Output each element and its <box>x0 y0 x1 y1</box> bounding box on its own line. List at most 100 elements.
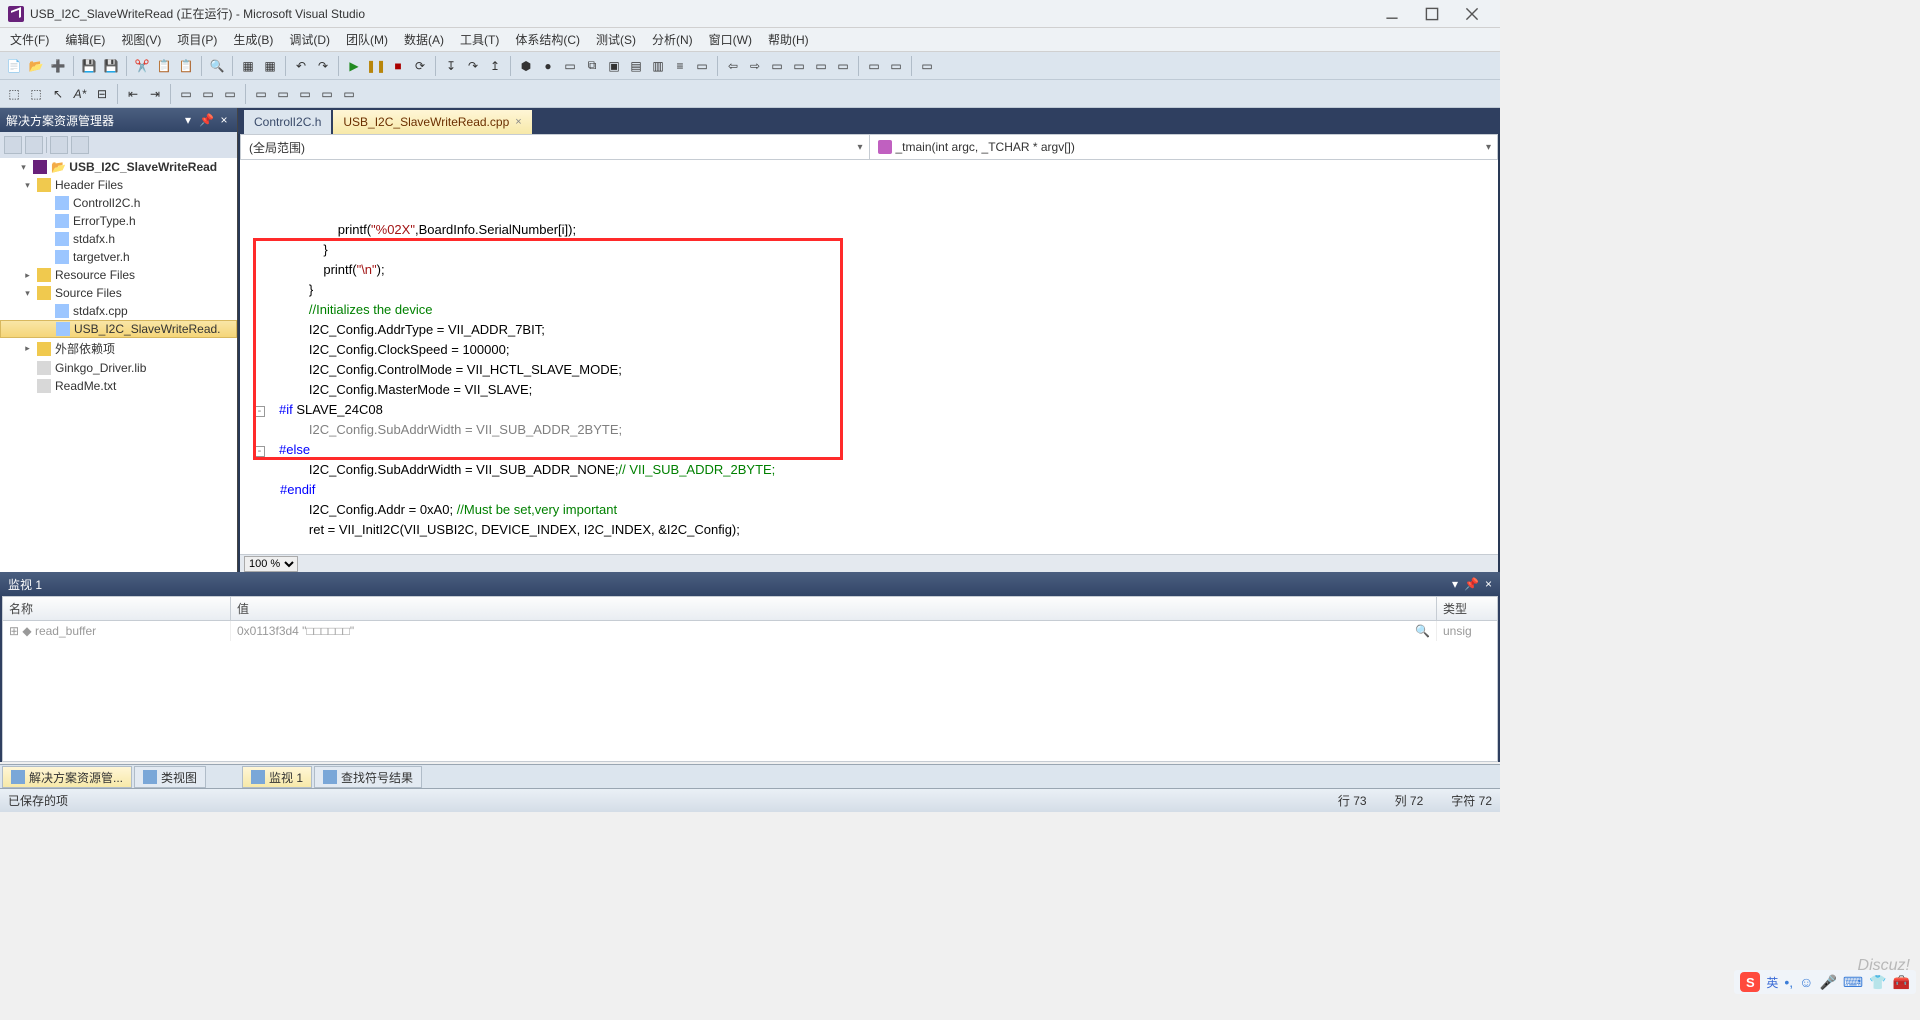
start-debug-icon[interactable]: ▶ <box>344 56 364 76</box>
close-button[interactable] <box>1452 2 1492 26</box>
solution-tree[interactable]: ▾📂 USB_I2C_SlaveWriteRead▾Header FilesCo… <box>0 158 237 572</box>
pause-debug-icon[interactable]: ❚❚ <box>366 56 386 76</box>
menu-item[interactable]: 视图(V) <box>115 29 167 50</box>
menu-item[interactable]: 编辑(E) <box>59 29 111 50</box>
save-icon[interactable]: 💾 <box>79 56 99 76</box>
paste-icon[interactable]: 📋 <box>176 56 196 76</box>
panel-close-icon[interactable]: × <box>217 113 231 127</box>
zoom-select[interactable]: 100 % <box>244 556 298 572</box>
menu-item[interactable]: 调试(D) <box>283 29 336 50</box>
win3-icon[interactable]: ▭ <box>811 56 831 76</box>
arch3-icon[interactable]: ▭ <box>295 84 315 104</box>
tree-node[interactable]: ▸外部依赖项 <box>0 338 237 359</box>
step-into-icon[interactable]: ↧ <box>441 56 461 76</box>
ime-voice-icon[interactable]: 🎤 <box>1819 974 1836 991</box>
immediate-icon[interactable]: ▭ <box>560 56 580 76</box>
menu-item[interactable]: 生成(B) <box>227 29 279 50</box>
win4-icon[interactable]: ▭ <box>833 56 853 76</box>
menu-item[interactable]: 文件(F) <box>4 29 55 50</box>
tree-node[interactable]: USB_I2C_SlaveWriteRead. <box>0 320 237 338</box>
arch1-icon[interactable]: ▭ <box>251 84 271 104</box>
se-tool2-icon[interactable] <box>25 136 43 154</box>
menu-item[interactable]: 分析(N) <box>646 29 699 50</box>
se-tool1-icon[interactable] <box>4 136 22 154</box>
indent-dec-icon[interactable]: ⇤ <box>123 84 143 104</box>
panel-pin-icon[interactable]: 📌 <box>199 113 213 127</box>
tree-node[interactable]: ▾Source Files <box>0 284 237 302</box>
ime-emoji-icon[interactable]: ☺ <box>1799 974 1813 990</box>
tree-node[interactable]: ControlI2C.h <box>0 194 237 212</box>
menu-item[interactable]: 项目(P) <box>171 29 223 50</box>
menu-item[interactable]: 数据(A) <box>398 29 450 50</box>
menu-item[interactable]: 测试(S) <box>590 29 642 50</box>
watch-col-name[interactable]: 名称 <box>3 597 231 620</box>
step-out-icon[interactable]: ↥ <box>485 56 505 76</box>
watch-body[interactable]: ⊞ ◆ read_buffer0x0113f3d4 "□□□□□□" 🔍unsi… <box>3 621 1497 761</box>
tree-node[interactable]: ▾Header Files <box>0 176 237 194</box>
ext2-icon[interactable]: ▭ <box>886 56 906 76</box>
memory-icon[interactable]: ▥ <box>648 56 668 76</box>
disasm-icon[interactable]: ≡ <box>670 56 690 76</box>
indent-inc-icon[interactable]: ⇥ <box>145 84 165 104</box>
new-project-icon[interactable]: 📄 <box>4 56 24 76</box>
fold-icon[interactable]: - <box>254 406 265 417</box>
tree-node[interactable]: Ginkgo_Driver.lib <box>0 359 237 377</box>
minimize-button[interactable] <box>1372 2 1412 26</box>
tree-node[interactable]: ReadMe.txt <box>0 377 237 395</box>
watch-row[interactable]: ⊞ ◆ read_buffer0x0113f3d4 "□□□□□□" 🔍unsi… <box>3 621 1497 641</box>
menu-item[interactable]: 工具(T) <box>454 29 505 50</box>
watch-col-value[interactable]: 值 <box>231 597 1437 620</box>
code-editor[interactable]: printf("%02X",BoardInfo.SerialNumber[i])… <box>240 160 1498 554</box>
tree-node[interactable]: targetver.h <box>0 248 237 266</box>
ime-toolbox-icon[interactable]: 🧰 <box>1893 974 1910 991</box>
open-file-icon[interactable]: 📂 <box>26 56 46 76</box>
tab-close-icon[interactable]: × <box>515 116 521 128</box>
bookmark-icon[interactable]: ⊟ <box>92 84 112 104</box>
copy-icon[interactable]: 📋 <box>154 56 174 76</box>
modules-icon[interactable]: ▣ <box>604 56 624 76</box>
ime-punct-icon[interactable]: •, <box>1784 974 1793 990</box>
maximize-button[interactable] <box>1412 2 1452 26</box>
processes-icon[interactable]: ▤ <box>626 56 646 76</box>
sel-mode2-icon[interactable]: ⬚ <box>26 84 46 104</box>
tree-node[interactable]: stdafx.h <box>0 230 237 248</box>
find-icon[interactable]: 🔍 <box>207 56 227 76</box>
editor-tab[interactable]: USB_I2C_SlaveWriteRead.cpp× <box>333 110 531 134</box>
watch-col-type[interactable]: 类型 <box>1437 597 1497 620</box>
member-dropdown[interactable]: _tmain(int argc, _TCHAR * argv[]) <box>870 135 1498 159</box>
panel-options-icon[interactable]: ▾ <box>181 113 195 127</box>
stop-debug-icon[interactable]: ■ <box>388 56 408 76</box>
step-over-icon[interactable]: ↷ <box>463 56 483 76</box>
menu-item[interactable]: 窗口(W) <box>703 29 758 50</box>
view1-icon[interactable]: ▭ <box>176 84 196 104</box>
arch4-icon[interactable]: ▭ <box>317 84 337 104</box>
hex-icon[interactable]: ⬢ <box>516 56 536 76</box>
watch-options-icon[interactable]: ▾ <box>1452 577 1458 591</box>
ime-skin-icon[interactable]: 👕 <box>1869 974 1886 991</box>
text-tool-icon[interactable]: A* <box>70 84 90 104</box>
uncomment-icon[interactable]: ▦ <box>260 56 280 76</box>
scope-dropdown[interactable]: (全局范围) <box>241 135 870 159</box>
redo-icon[interactable]: ↷ <box>313 56 333 76</box>
menu-item[interactable]: 体系结构(C) <box>509 29 586 50</box>
watch-pin-icon[interactable]: 📌 <box>1464 577 1479 591</box>
view3-icon[interactable]: ▭ <box>220 84 240 104</box>
pointer-icon[interactable]: ↖ <box>48 84 68 104</box>
win1-icon[interactable]: ▭ <box>767 56 787 76</box>
watch-close-icon[interactable]: × <box>1485 577 1492 591</box>
ext1-icon[interactable]: ▭ <box>864 56 884 76</box>
breakpoints-icon[interactable]: ● <box>538 56 558 76</box>
fold-icon[interactable]: - <box>254 446 265 457</box>
arch2-icon[interactable]: ▭ <box>273 84 293 104</box>
se-tool4-icon[interactable] <box>71 136 89 154</box>
ext3-icon[interactable]: ▭ <box>917 56 937 76</box>
view2-icon[interactable]: ▭ <box>198 84 218 104</box>
tree-node[interactable]: ErrorType.h <box>0 212 237 230</box>
tree-node[interactable]: ▸Resource Files <box>0 266 237 284</box>
save-all-icon[interactable]: 💾 <box>101 56 121 76</box>
comment-icon[interactable]: ▦ <box>238 56 258 76</box>
ime-keyboard-icon[interactable]: ⌨ <box>1843 974 1863 991</box>
se-tool3-icon[interactable] <box>50 136 68 154</box>
add-item-icon[interactable]: ➕ <box>48 56 68 76</box>
menu-item[interactable]: 团队(M) <box>340 29 394 50</box>
